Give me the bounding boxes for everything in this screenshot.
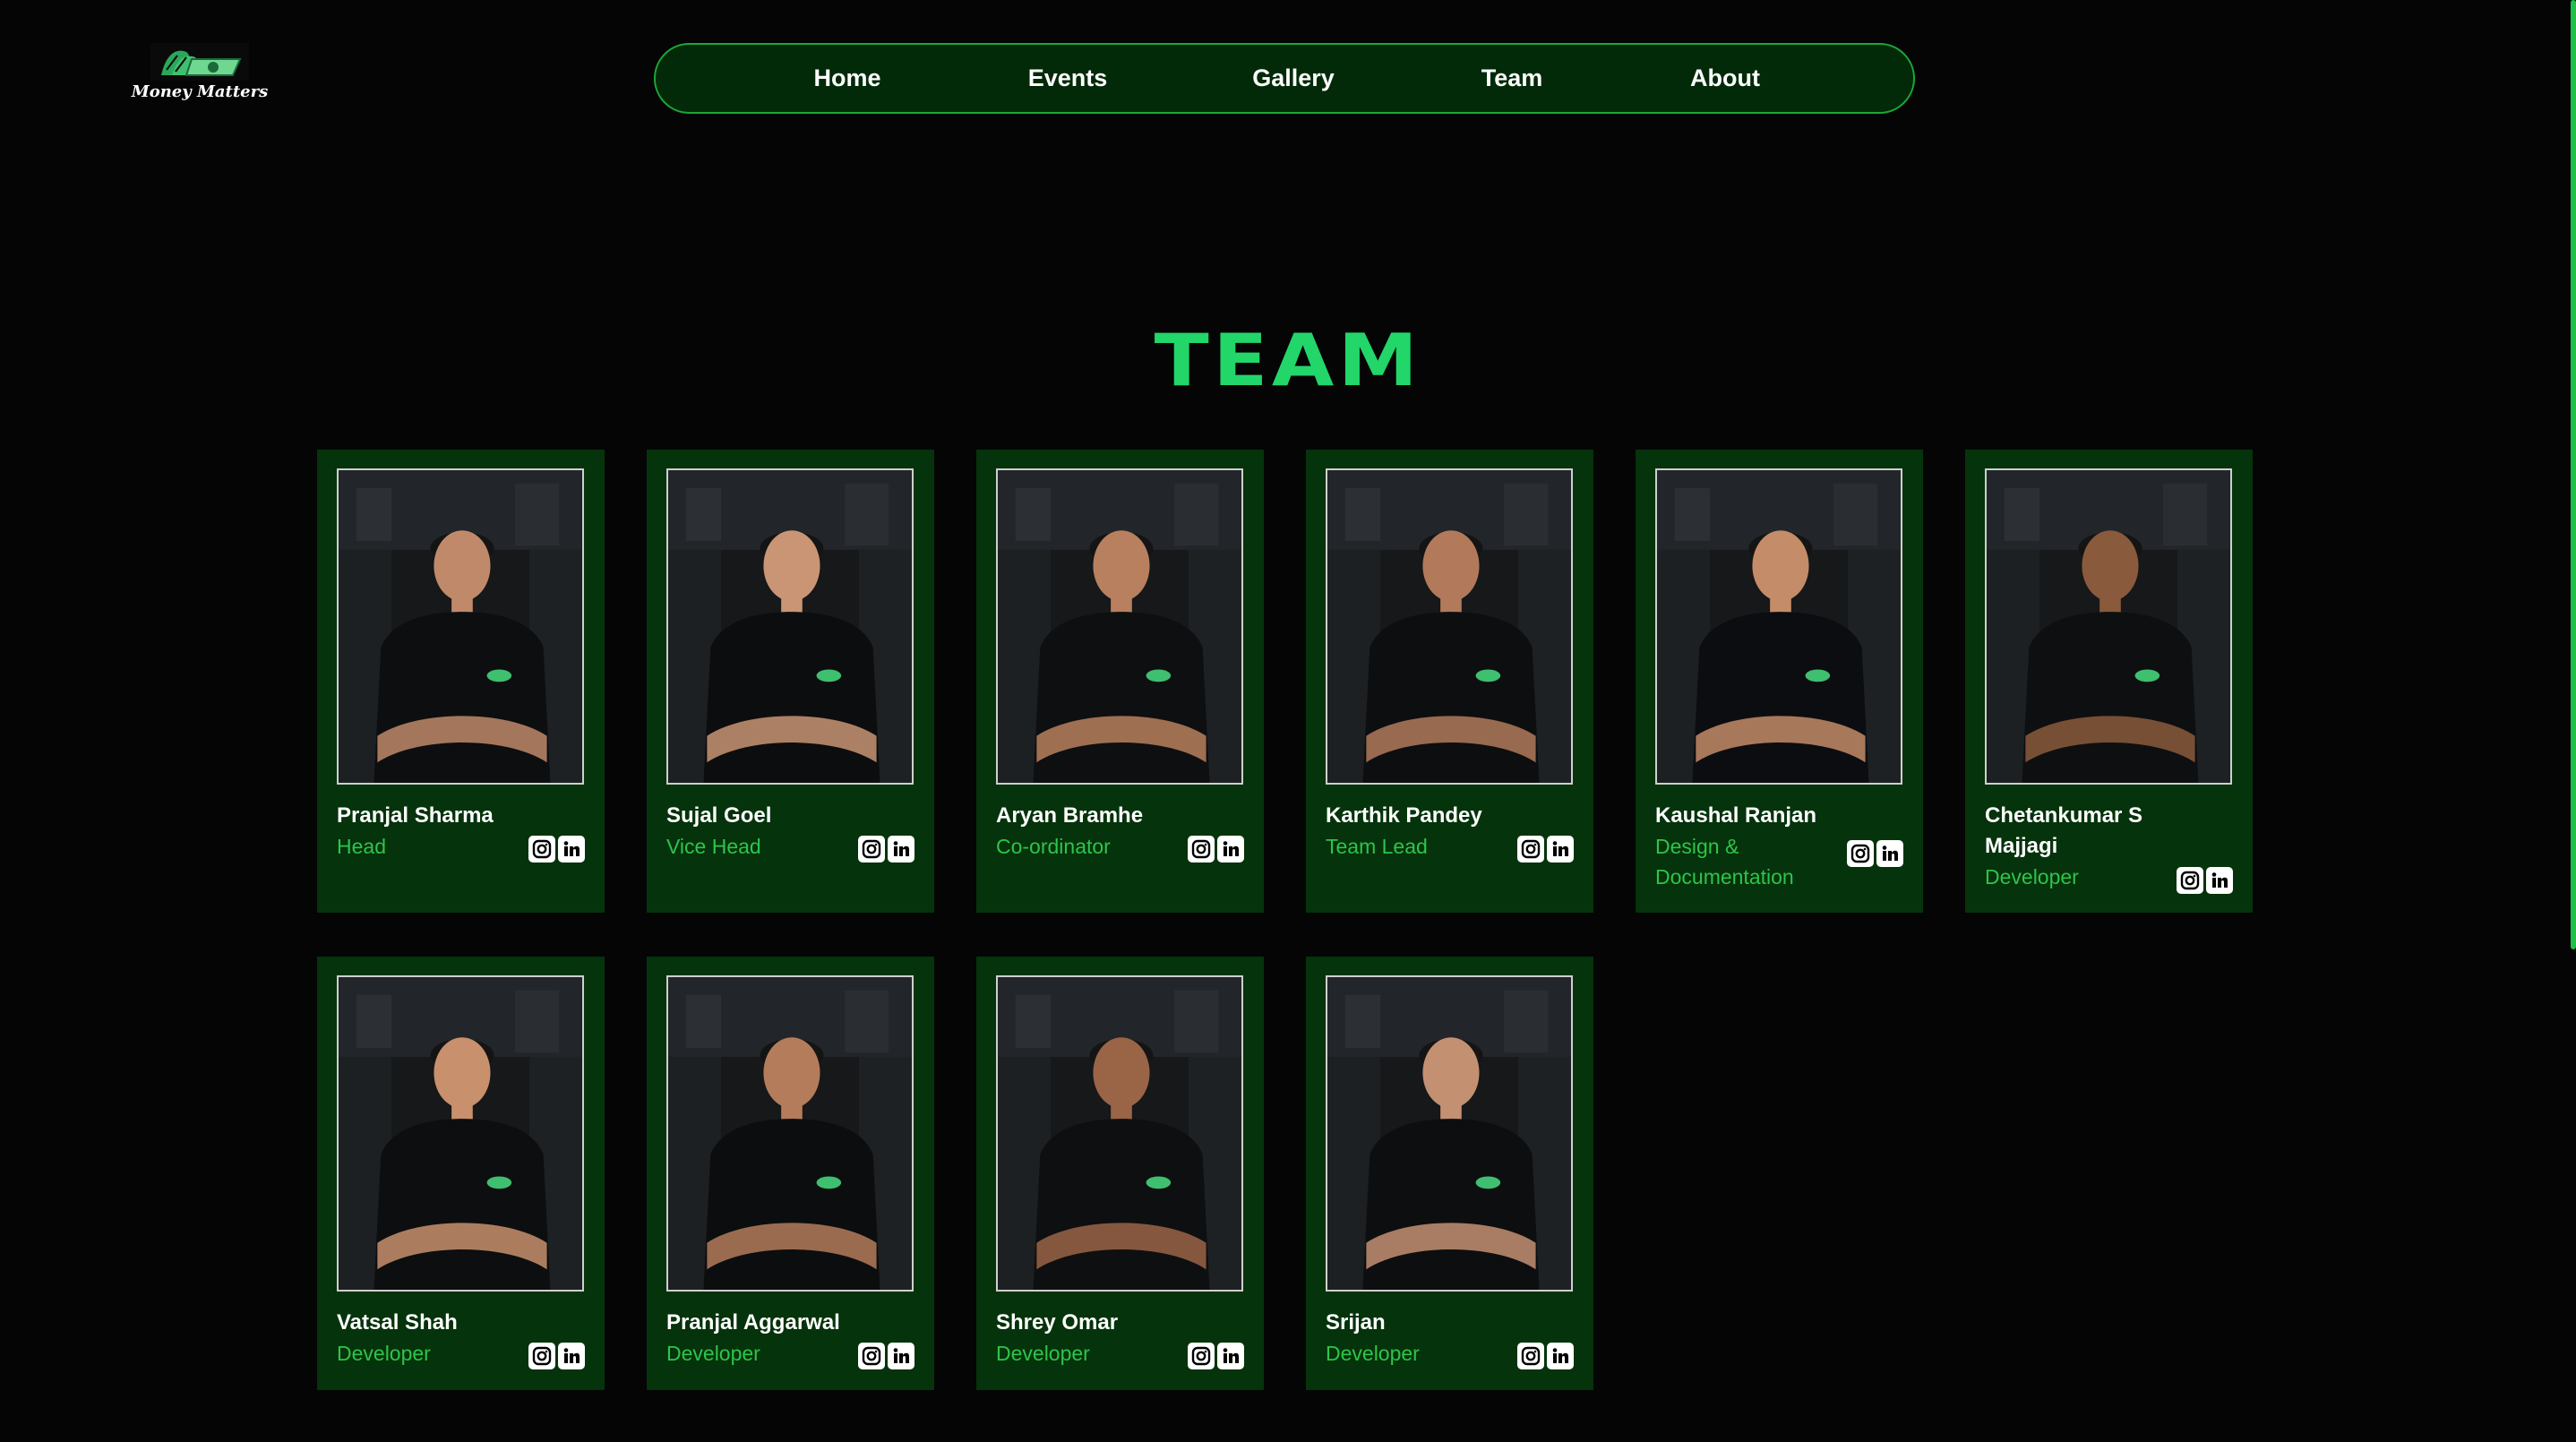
- member-photo: [337, 975, 584, 1292]
- instagram-icon[interactable]: [1517, 836, 1544, 863]
- member-role: Developer: [996, 1342, 1090, 1365]
- member-socials: [528, 1343, 585, 1369]
- page-scrollbar[interactable]: [2571, 0, 2576, 949]
- logo-mark-icon: [150, 43, 249, 81]
- member-role: Developer: [1326, 1342, 1420, 1365]
- instagram-icon[interactable]: [528, 836, 555, 863]
- member-name: Karthik Pandey: [1326, 803, 1482, 828]
- nav-home[interactable]: Home: [813, 45, 880, 112]
- logo-text: Money Matters: [131, 82, 269, 101]
- linkedin-icon[interactable]: [1217, 1343, 1244, 1369]
- money-matters-logo[interactable]: Money Matters: [132, 43, 268, 113]
- member-name: Kaushal Ranjan: [1655, 803, 1817, 828]
- team-member-card: Pranjal Sharma Head: [317, 450, 605, 913]
- instagram-icon[interactable]: [1188, 836, 1215, 863]
- linkedin-icon[interactable]: [2206, 867, 2233, 894]
- linkedin-icon[interactable]: [1876, 840, 1903, 867]
- member-socials: [858, 836, 914, 863]
- linkedin-icon[interactable]: [888, 1343, 914, 1369]
- member-photo: [1326, 468, 1573, 785]
- team-member-card: Aryan Bramhe Co-ordinator: [976, 450, 1264, 913]
- team-member-card: Sujal Goel Vice Head: [647, 450, 934, 913]
- team-page: Money Matters Home Events Gallery Team A…: [0, 0, 2576, 1442]
- member-photo: [1655, 468, 1902, 785]
- member-name: Sujal Goel: [666, 803, 772, 828]
- member-name: Vatsal Shah: [337, 1310, 458, 1335]
- member-photo: [996, 468, 1243, 785]
- instagram-icon[interactable]: [1847, 840, 1874, 867]
- instagram-icon[interactable]: [2177, 867, 2203, 894]
- member-role: Design & Documentation: [1655, 835, 1794, 888]
- linkedin-icon[interactable]: [888, 836, 914, 863]
- member-role: Head: [337, 835, 386, 858]
- page-title: TEAM: [1154, 319, 1422, 402]
- member-role: Developer: [1985, 865, 2079, 888]
- nav-gallery[interactable]: Gallery: [1252, 45, 1335, 112]
- member-name: Srijan: [1326, 1310, 1386, 1335]
- team-member-card: Chetankumar S Majjagi Developer: [1965, 450, 2253, 913]
- team-member-card: Vatsal Shah Developer: [317, 957, 605, 1390]
- instagram-icon[interactable]: [858, 1343, 885, 1369]
- member-name: Pranjal Aggarwal: [666, 1310, 840, 1335]
- member-socials: [1847, 840, 1903, 867]
- linkedin-icon[interactable]: [1547, 836, 1574, 863]
- member-photo: [1326, 975, 1573, 1292]
- member-name: Shrey Omar: [996, 1310, 1119, 1335]
- linkedin-icon[interactable]: [558, 1343, 585, 1369]
- main-nav: Home Events Gallery Team About: [654, 43, 1915, 114]
- member-socials: [1188, 836, 1244, 863]
- member-photo: [666, 975, 914, 1292]
- instagram-icon[interactable]: [528, 1343, 555, 1369]
- member-socials: [2177, 867, 2233, 894]
- member-photo: [996, 975, 1243, 1292]
- member-role: Developer: [337, 1342, 431, 1365]
- member-socials: [858, 1343, 914, 1369]
- member-role: Co-ordinator: [996, 835, 1111, 858]
- member-socials: [528, 836, 585, 863]
- member-name: Aryan Bramhe: [996, 803, 1144, 828]
- instagram-icon[interactable]: [1517, 1343, 1544, 1369]
- team-member-card: Pranjal Aggarwal Developer: [647, 957, 934, 1390]
- nav-team[interactable]: Team: [1481, 45, 1543, 112]
- member-role: Vice Head: [666, 835, 761, 858]
- linkedin-icon[interactable]: [1547, 1343, 1574, 1369]
- team-member-card: Karthik Pandey Team Lead: [1306, 450, 1593, 913]
- linkedin-icon[interactable]: [1217, 836, 1244, 863]
- team-member-card: Shrey Omar Developer: [976, 957, 1264, 1390]
- member-role: Team Lead: [1326, 835, 1428, 858]
- member-photo: [1985, 468, 2232, 785]
- member-name: Pranjal Sharma: [337, 803, 494, 828]
- team-member-card: Srijan Developer: [1306, 957, 1593, 1390]
- team-member-card: Kaushal Ranjan Design & Documentation: [1636, 450, 1923, 913]
- member-socials: [1517, 836, 1574, 863]
- member-name: Chetankumar S Majjagi: [1985, 803, 2143, 858]
- instagram-icon[interactable]: [858, 836, 885, 863]
- linkedin-icon[interactable]: [558, 836, 585, 863]
- member-photo: [666, 468, 914, 785]
- member-socials: [1517, 1343, 1574, 1369]
- nav-events[interactable]: Events: [1028, 45, 1108, 112]
- nav-about[interactable]: About: [1690, 45, 1760, 112]
- instagram-icon[interactable]: [1188, 1343, 1215, 1369]
- member-photo: [337, 468, 584, 785]
- member-role: Developer: [666, 1342, 760, 1365]
- member-socials: [1188, 1343, 1244, 1369]
